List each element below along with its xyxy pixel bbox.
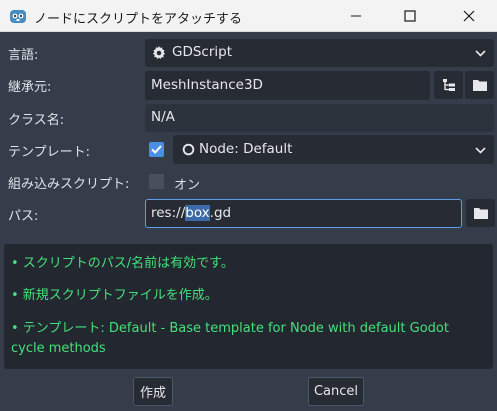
close-icon xyxy=(463,10,475,22)
chevron-down-icon xyxy=(475,147,486,154)
class-name-input[interactable]: N/A xyxy=(145,104,494,132)
builtin-checkbox[interactable] xyxy=(149,174,164,189)
language-label: 言語: xyxy=(8,48,39,63)
folder-icon xyxy=(472,80,487,91)
language-select[interactable]: GDScript xyxy=(145,39,494,67)
title-bar: ノードにスクリプトをアタッチする xyxy=(0,0,497,32)
message-new-file: • 新規スクリプトファイルを作成。 xyxy=(11,288,218,303)
builtin-option-label: オン xyxy=(174,178,201,193)
close-button[interactable] xyxy=(446,0,492,32)
inherits-value: MeshInstance3D xyxy=(151,77,263,93)
chevron-down-icon xyxy=(475,50,486,57)
window-title: ノードにスクリプトをアタッチする xyxy=(34,12,243,27)
class-name-label: クラス名: xyxy=(8,113,65,128)
template-select[interactable]: Node: Default xyxy=(173,135,494,164)
path-text: res://box.gd xyxy=(151,205,231,221)
minimize-button[interactable] xyxy=(333,0,379,32)
template-value: Node: Default xyxy=(199,141,293,157)
minimize-icon xyxy=(351,15,361,17)
path-browse-button[interactable] xyxy=(466,199,495,227)
maximize-icon xyxy=(404,10,416,22)
template-label: テンプレート: xyxy=(8,145,90,160)
class-tree-icon xyxy=(442,79,455,91)
create-button[interactable]: 作成 xyxy=(133,377,173,406)
message-template: • テンプレート: Default - Base template for No… xyxy=(11,321,449,356)
check-icon xyxy=(151,145,162,154)
inherits-label: 継承元: xyxy=(8,80,52,95)
folder-icon xyxy=(473,208,488,219)
inherits-browse-button[interactable] xyxy=(465,71,494,99)
path-suffix: .gd xyxy=(209,205,232,221)
message-path-valid: • スクリプトのパス/名前は有効です。 xyxy=(11,256,234,271)
godot-icon xyxy=(10,10,26,23)
builtin-label: 組み込みスクリプト: xyxy=(8,177,130,192)
path-label: パス: xyxy=(8,209,39,224)
cancel-button[interactable]: Cancel xyxy=(308,377,364,406)
path-selection: box xyxy=(185,205,210,221)
path-input[interactable]: res://box.gd xyxy=(145,199,462,228)
inherits-input[interactable]: MeshInstance3D xyxy=(145,71,430,100)
node-circle-icon xyxy=(182,143,195,156)
path-prefix: res:// xyxy=(151,205,186,221)
maximize-button[interactable] xyxy=(387,0,433,32)
gear-icon xyxy=(152,46,166,60)
language-value: GDScript xyxy=(172,44,233,60)
template-checkbox[interactable] xyxy=(149,142,164,157)
validation-panel: • スクリプトのパス/名前は有効です。 • 新規スクリプトファイルを作成。 • … xyxy=(4,244,493,369)
class-name-value: N/A xyxy=(151,109,175,125)
inherits-tree-button[interactable] xyxy=(434,71,463,99)
